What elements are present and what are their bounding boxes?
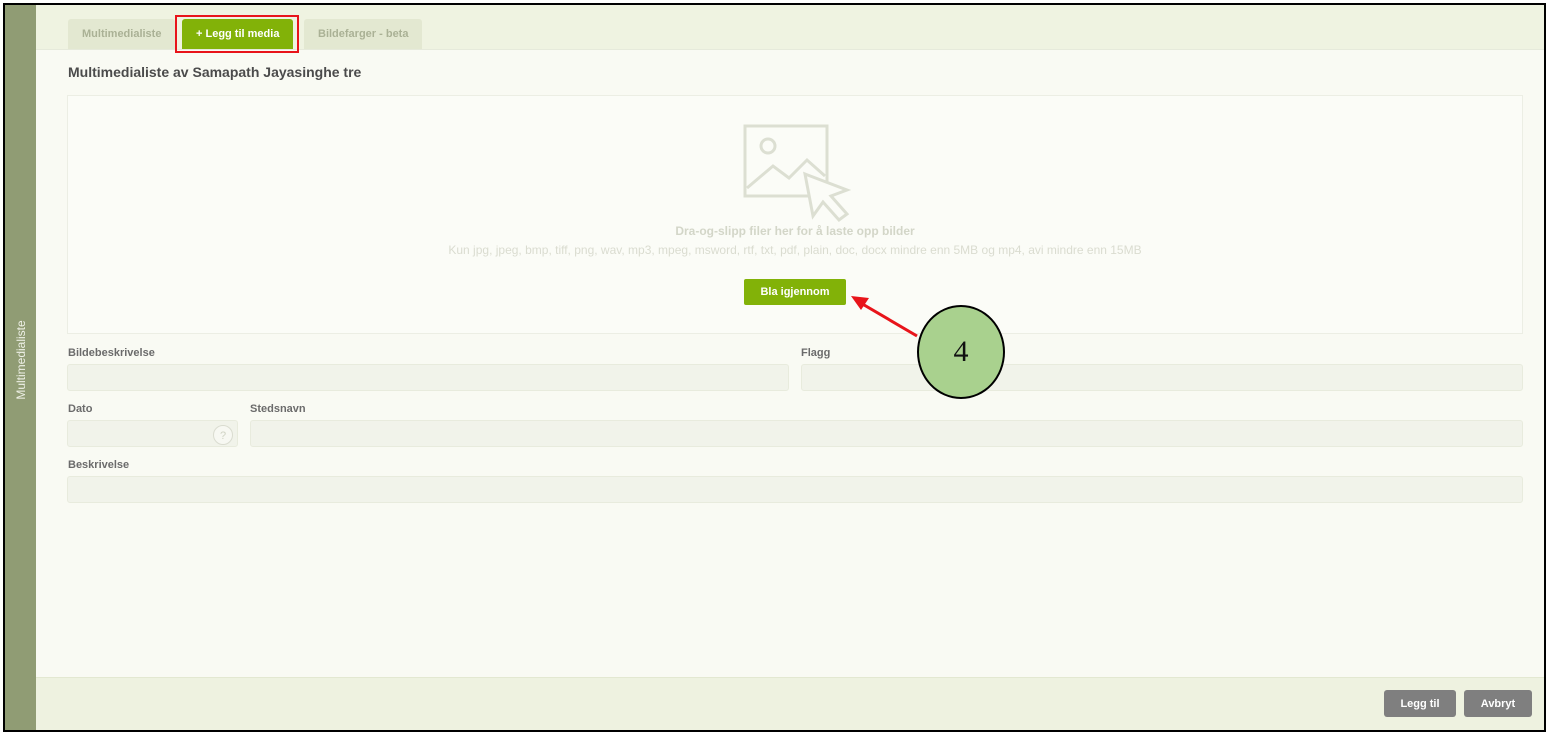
help-icon[interactable]: ?: [213, 425, 233, 445]
step-badge: 4: [917, 305, 1005, 399]
dropzone-subtitle: Kun jpg, jpeg, bmp, tiff, png, wav, mp3,…: [448, 243, 1142, 257]
flag-select[interactable]: [801, 364, 1523, 391]
cancel-button[interactable]: Avbryt: [1464, 690, 1532, 717]
place-name-label: Stedsnavn: [250, 403, 306, 415]
media-dialog: Multimedialiste Multimedialiste + Legg t…: [3, 3, 1546, 732]
tab-bar: Multimedialiste + Legg til media Bildefa…: [36, 5, 1544, 53]
place-name-input[interactable]: [250, 420, 1523, 447]
dropzone-title: Dra-og-slipp filer her for å laste opp b…: [675, 224, 915, 238]
side-rail-label: Multimedialiste: [13, 320, 28, 400]
dialog-footer: Legg til Avbryt: [36, 677, 1544, 730]
add-button[interactable]: Legg til: [1384, 690, 1456, 717]
tab-image-colors[interactable]: Bildefarger - beta: [304, 19, 423, 49]
date-label: Dato: [68, 403, 93, 415]
image-upload-icon: [743, 124, 852, 223]
description-label: Beskrivelse: [68, 459, 130, 471]
highlight-box: [175, 15, 299, 53]
tab-multimedialiste[interactable]: Multimedialiste: [68, 19, 176, 49]
description-input[interactable]: [67, 476, 1523, 503]
upload-dropzone[interactable]: Dra-og-slipp filer her for å laste opp b…: [67, 95, 1523, 334]
annotation-arrow: [851, 296, 918, 338]
page-title: Multimedialiste av Samapath Jayasinghe t…: [68, 64, 362, 80]
browse-button[interactable]: Bla igjennom: [744, 279, 846, 305]
image-description-input[interactable]: [67, 364, 789, 391]
flag-label: Flagg: [801, 347, 831, 359]
side-rail[interactable]: Multimedialiste: [5, 5, 36, 730]
image-description-label: Bildebeskrivelse: [68, 347, 155, 359]
